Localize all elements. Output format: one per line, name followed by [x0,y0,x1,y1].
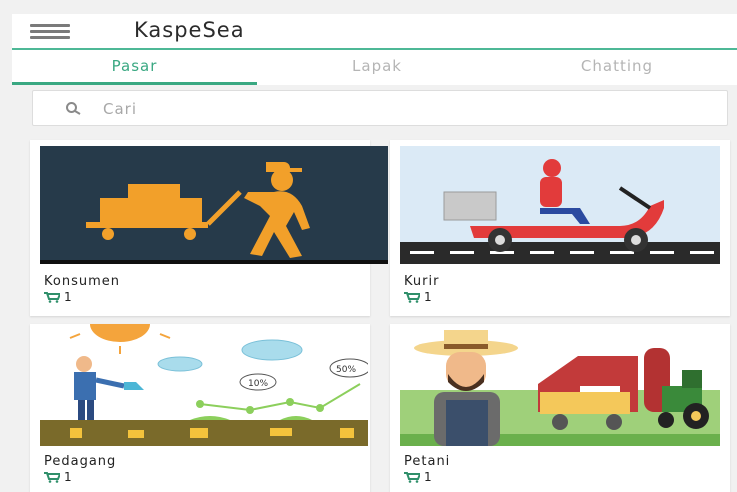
app-bar: KaspeSea [12,14,737,50]
search-bar [32,90,728,126]
category-card-kurir[interactable]: Kurir 1 [390,140,730,316]
hamburger-menu-icon[interactable] [30,22,70,40]
tab-bar: Pasar Lapak Chatting [12,50,737,85]
cart-icon [404,291,420,303]
cart-icon [44,471,60,483]
kurir-illustration [400,146,720,264]
cart-count: 1 [44,290,72,304]
badge-50-percent: 50% [336,365,356,375]
category-title: Kurir [404,274,440,289]
app-title: KaspeSea [134,18,245,42]
category-title: Pedagang [44,454,117,469]
cart-count-value: 1 [64,290,72,304]
cart-icon [404,471,420,483]
cart-count-value: 1 [424,290,432,304]
category-card-petani[interactable]: Petani 1 [390,324,730,492]
cart-icon [44,291,60,303]
cart-count-value: 1 [64,470,72,484]
tab-chatting[interactable]: Chatting [497,50,737,85]
badge-10-percent: 10% [248,379,268,389]
category-card-pedagang[interactable]: 10% 50% Pedagang 1 [30,324,370,492]
cart-count-value: 1 [424,470,432,484]
cart-count: 1 [404,470,432,484]
cart-count: 1 [44,470,72,484]
category-title: Petani [404,454,451,469]
search-icon [66,102,81,115]
tab-pasar[interactable]: Pasar [12,50,257,85]
search-input[interactable] [103,97,703,121]
category-card-konsumen[interactable]: Konsumen 1 [30,140,388,316]
tab-lapak[interactable]: Lapak [257,50,497,85]
pedagang-illustration: 10% 50% [40,324,368,446]
konsumen-illustration [40,146,388,264]
petani-illustration [400,330,720,446]
cart-count: 1 [404,290,432,304]
category-title: Konsumen [44,274,120,289]
